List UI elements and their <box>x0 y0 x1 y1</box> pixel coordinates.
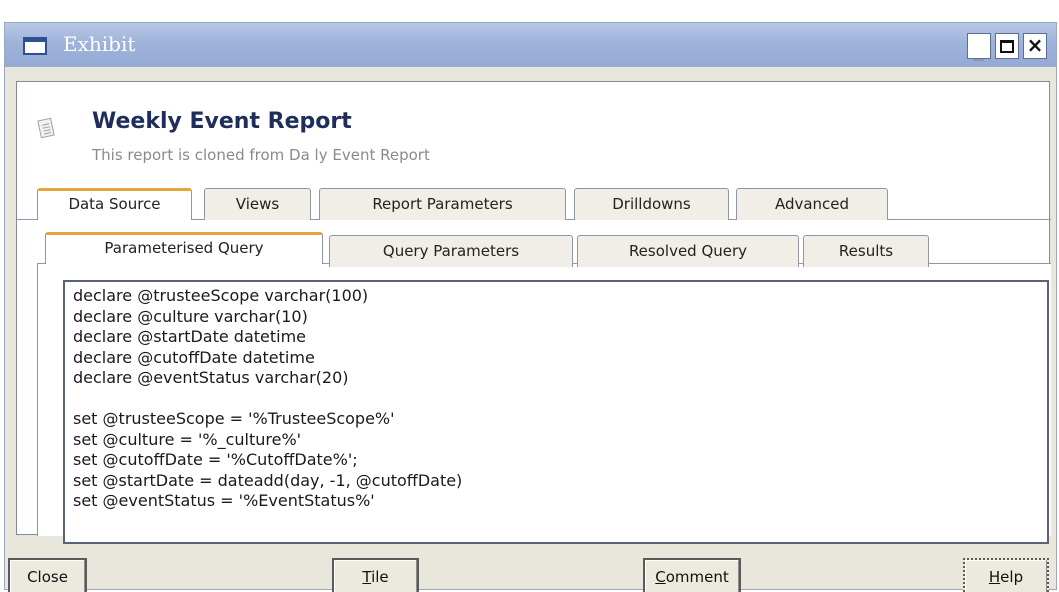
comment-label: omment <box>665 568 729 586</box>
report-title: Weekly Event Report <box>92 109 352 134</box>
report-document-icon <box>37 117 55 139</box>
maximize-button[interactable] <box>995 33 1019 59</box>
maximize-icon <box>1000 40 1014 53</box>
tile-accesskey: T <box>362 568 372 586</box>
tile-button[interactable]: Tile <box>332 558 419 592</box>
tab-views[interactable]: Views <box>204 188 311 220</box>
tab-data-source[interactable]: Data Source <box>37 188 192 220</box>
report-panel: Weekly Event Report This report is clone… <box>16 81 1051 544</box>
close-window-button[interactable]: × <box>1023 33 1047 59</box>
subtab-parameterised-query[interactable]: Parameterised Query <box>45 232 323 264</box>
subtab-query-parameters[interactable]: Query Parameters <box>329 235 573 267</box>
tab-drilldowns[interactable]: Drilldowns <box>574 188 729 220</box>
close-button[interactable]: Close <box>8 558 87 592</box>
tab-advanced[interactable]: Advanced <box>736 188 888 220</box>
minimize-button[interactable]: _ <box>967 33 991 61</box>
comment-button[interactable]: Comment <box>643 558 741 592</box>
window-icon <box>23 37 47 55</box>
close-icon: × <box>1026 33 1044 57</box>
minimize-icon: _ <box>974 37 984 61</box>
help-accesskey: H <box>988 568 1001 586</box>
comment-accesskey: C <box>655 568 666 586</box>
window-title: Exhibit <box>63 32 136 56</box>
exhibit-window: Exhibit _ × Weekly Event Report This rep… <box>4 22 1057 592</box>
help-button[interactable]: Help <box>963 558 1049 592</box>
subtab-results[interactable]: Results <box>803 235 929 267</box>
title-bar[interactable]: Exhibit _ × <box>5 23 1056 67</box>
query-editor[interactable]: declare @trusteeScope varchar(100) decla… <box>63 280 1049 544</box>
subtab-resolved-query[interactable]: Resolved Query <box>577 235 799 267</box>
tile-label: ile <box>371 568 389 586</box>
query-text: declare @trusteeScope varchar(100) decla… <box>73 286 463 510</box>
tab-report-parameters[interactable]: Report Parameters <box>319 188 566 220</box>
report-subtitle: This report is cloned from Da ly Event R… <box>92 146 430 164</box>
help-label: elp <box>1000 568 1024 586</box>
